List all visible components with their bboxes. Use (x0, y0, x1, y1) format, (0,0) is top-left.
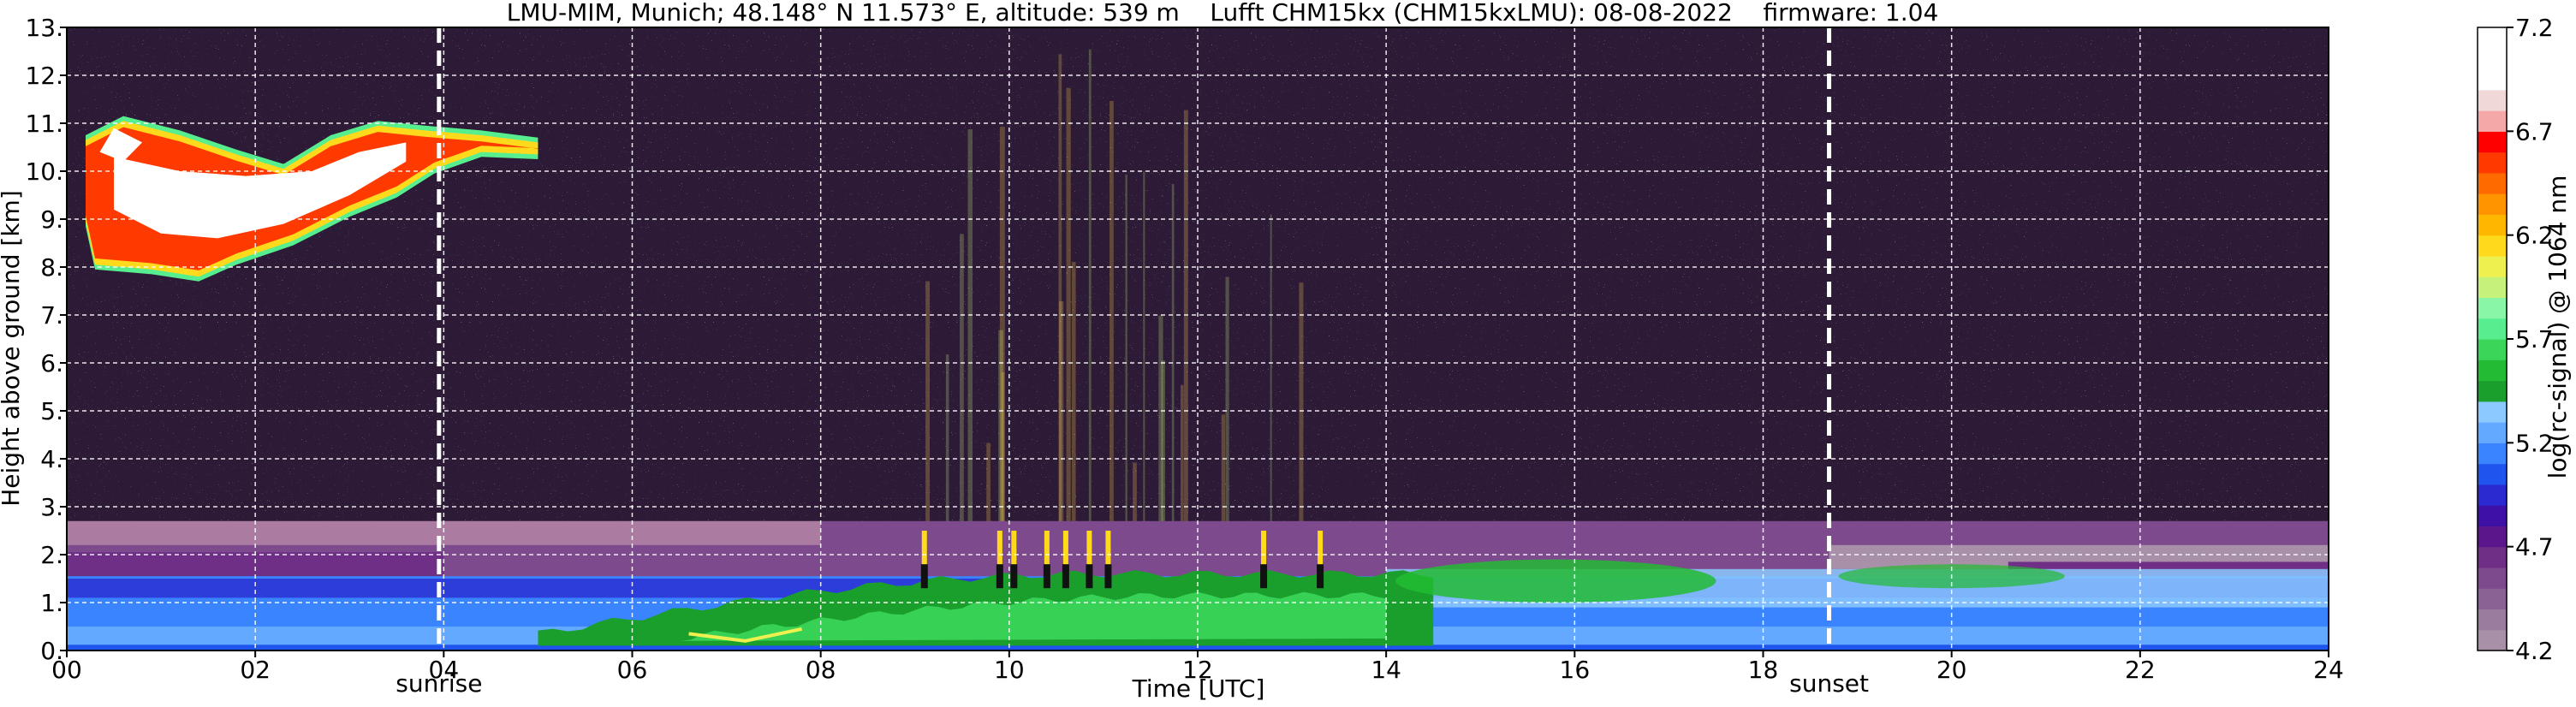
afternoon-aerosol (1395, 559, 1716, 603)
x-tick-label: 04 (429, 656, 460, 684)
colorbar-segment (2478, 463, 2507, 485)
y-tick-label: 11. (25, 110, 63, 138)
colorbar-segment (2478, 255, 2507, 277)
cloud-base (996, 564, 1003, 589)
colorbar-tick-label: 4.7 (2515, 533, 2554, 561)
streak (1066, 87, 1071, 556)
y-tick-label: 8. (40, 253, 63, 282)
streak (1125, 174, 1127, 556)
colorbar-segment (2478, 359, 2507, 382)
y-tick-label: 7. (40, 301, 63, 330)
sunset-label: sunset (1789, 669, 1869, 698)
y-tick-label: 12. (25, 62, 63, 90)
colorbar: 4.24.75.25.76.26.77.2 (2477, 14, 2554, 665)
colorbar-segment (2478, 193, 2507, 215)
streak (1143, 171, 1145, 556)
streak (999, 127, 1005, 556)
streak (1171, 184, 1175, 556)
x-tick-label: 14 (1371, 656, 1401, 684)
streak (1225, 276, 1229, 555)
y-axis-label: Height above ground [km] (0, 190, 25, 507)
colorbar-segment (2478, 48, 2507, 70)
cloud-base (1062, 564, 1069, 589)
y-tick-label: 10. (25, 157, 63, 186)
streak (1088, 49, 1092, 556)
colorbar-segment (2478, 27, 2507, 49)
colorbar-segment (2478, 505, 2507, 526)
colorbar-segment (2478, 339, 2507, 360)
streak (925, 281, 931, 555)
streak (1270, 214, 1272, 555)
x-tick-label: 06 (617, 656, 648, 684)
colorbar-segment (2478, 235, 2507, 257)
x-tick-label: 24 (2313, 656, 2344, 684)
colorbar-segment (2478, 318, 2507, 340)
streak (1110, 100, 1114, 555)
y-tick-label: 1. (40, 589, 63, 617)
cloud-base (920, 564, 928, 589)
colorbar-segment (2478, 422, 2507, 443)
colorbar-segment (2478, 297, 2507, 319)
y-tick-label: 4. (40, 445, 63, 473)
colorbar-segment (2478, 172, 2507, 194)
colorbar-tick-label: 6.7 (2515, 117, 2554, 146)
cloud-base (1317, 564, 1324, 589)
colorbar-segment (2478, 68, 2507, 91)
x-tick-label: 08 (806, 656, 836, 684)
colorbar-segment (2478, 131, 2507, 153)
colorbar-tick-label: 4.2 (2515, 637, 2554, 665)
colorbar-segment (2478, 484, 2507, 506)
noise-speckle-daytime (848, 27, 1349, 531)
colorbar-segment (2478, 401, 2507, 423)
y-axis: 0. 1. 2. 3. 4. 5. 6. 7. 8. 9. 10. 11. 12. 13. (25, 14, 67, 665)
y-tick-label: 13. (25, 14, 63, 42)
colorbar-segment (2478, 546, 2507, 568)
colorbar-segment (2478, 380, 2507, 402)
colorbar-segment (2478, 276, 2507, 299)
x-tick-label: 16 (1560, 656, 1591, 684)
y-tick-label: 6. (40, 349, 63, 377)
ceilometer-figure: sunrise sunset 00 02 04 06 08 10 12 14 16 18 20 22 24… (0, 0, 2572, 703)
y-tick-label: 0. (40, 637, 63, 665)
x-tick-label: 02 (240, 656, 271, 684)
cloud-base (1043, 564, 1050, 589)
chart-title: LMU-MIM, Munich; 48.148° N 11.573° E, al… (507, 0, 1939, 27)
y-tick-label: 3. (40, 493, 63, 521)
streak (1183, 110, 1188, 556)
cloud-base (1104, 564, 1112, 589)
streak (1299, 282, 1304, 555)
colorbar-segment (2478, 609, 2507, 631)
colorbar-segment (2478, 567, 2507, 589)
y-tick-label: 2. (40, 541, 63, 569)
colorbar-segment (2478, 110, 2507, 132)
streak (967, 128, 973, 555)
x-tick-label: 20 (1936, 656, 1967, 684)
cloud-base (1260, 564, 1268, 589)
colorbar-segment (2478, 526, 2507, 548)
x-tick-label: 18 (1748, 656, 1779, 684)
colorbar-segment (2478, 443, 2507, 465)
x-tick-label: 10 (994, 656, 1025, 684)
colorbar-segment (2478, 588, 2507, 610)
colorbar-tick-label: 7.2 (2515, 14, 2554, 42)
x-tick-label: 22 (2125, 656, 2156, 684)
colorbar-segment (2478, 214, 2507, 236)
colorbar-segment (2478, 89, 2507, 111)
colorbar-segment (2478, 152, 2507, 174)
colorbar-label: log(rc-signal) @ 1064 nm (2543, 175, 2572, 479)
cloud-base (1086, 564, 1093, 589)
x-axis-label: Time [UTC] (1132, 674, 1265, 703)
streak (1058, 54, 1062, 556)
y-tick-label: 9. (40, 205, 63, 234)
streak (1071, 261, 1076, 555)
colorbar-segment (2478, 629, 2507, 651)
streak (1158, 315, 1163, 555)
y-tick-label: 5. (40, 397, 63, 425)
cloud-base (1010, 564, 1018, 589)
